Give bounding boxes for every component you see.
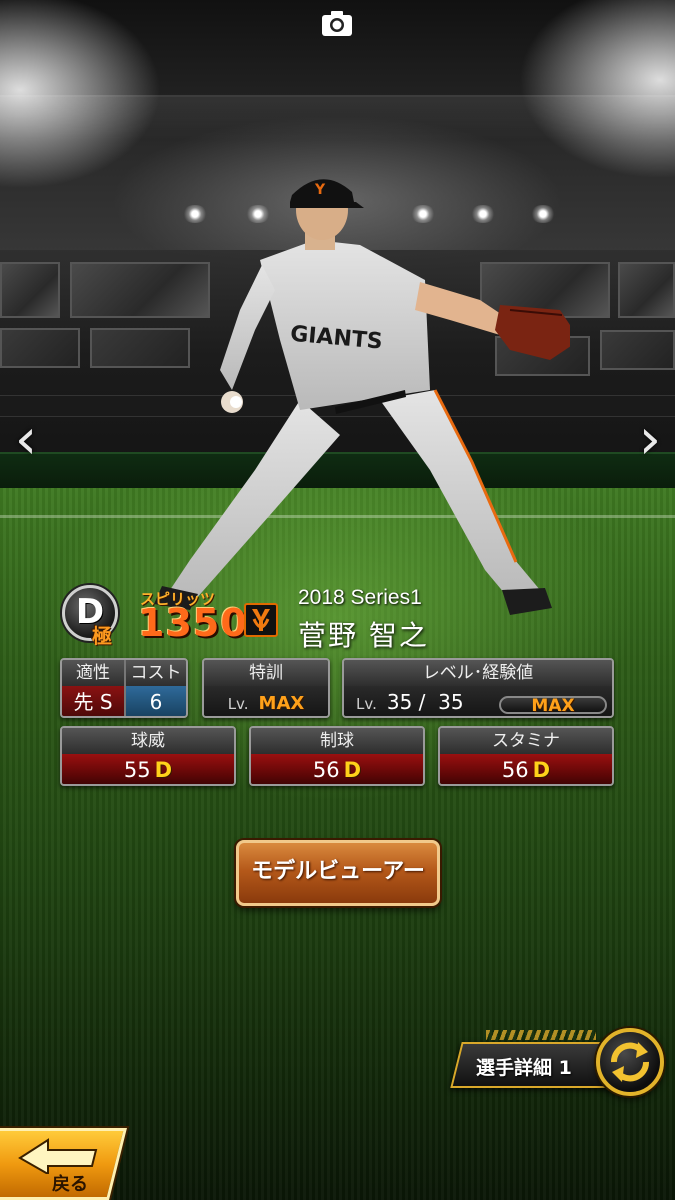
aptitude-cost-box: 適性 先 S コスト 6 <box>60 658 188 718</box>
chevron-right-icon[interactable]: › <box>630 412 670 468</box>
ability-value: 56 <box>501 758 529 782</box>
ability-label: スタミナ <box>440 728 612 754</box>
ability-grade: D <box>532 758 551 782</box>
exp-max-label: MAX <box>531 696 575 716</box>
svg-text:Y: Y <box>314 182 326 198</box>
aptitude-value: 先 S <box>62 686 124 716</box>
level-lv-label: Lv. <box>356 695 377 713</box>
level-label: レベル･経験値 <box>344 660 612 686</box>
ability-grade: D <box>343 758 362 782</box>
tab-decoration <box>486 1030 596 1040</box>
ability-label: 制球 <box>251 728 423 754</box>
ability-value: 55 <box>123 758 151 782</box>
level-box: レベル･経験値 Lv. 35 / 35 MAX <box>342 658 614 718</box>
ability-control: 制球 56 D <box>249 726 425 786</box>
ability-grade: D <box>154 758 173 782</box>
back-button[interactable]: 戻る <box>0 1128 127 1200</box>
exp-bar: MAX <box>499 696 607 716</box>
team-logo <box>244 603 278 637</box>
aptitude-label: 適性 <box>62 660 124 686</box>
scoreboard <box>600 330 675 370</box>
scoreboard <box>0 328 80 368</box>
ability-value: 56 <box>312 758 340 782</box>
spirits-value: 1350 <box>138 601 248 645</box>
cost-value: 6 <box>126 686 186 716</box>
camera-icon[interactable] <box>320 8 354 38</box>
player-detail-label: 選手詳細 1 <box>476 1057 572 1079</box>
series-label: 2018 Series1 <box>298 586 422 609</box>
ability-label: 球威 <box>62 728 234 754</box>
training-lv-label: Lv. <box>227 695 249 713</box>
cost-label: コスト <box>126 660 186 686</box>
ability-stamina: スタミナ 56 D <box>438 726 614 786</box>
chevron-left-icon[interactable]: ‹ <box>6 412 46 468</box>
training-value: MAX <box>258 693 305 714</box>
scoreboard <box>618 262 675 318</box>
back-arrow-icon <box>18 1138 98 1174</box>
training-label: 特訓 <box>204 660 328 686</box>
stadium-roof <box>0 95 675 140</box>
back-label: 戻る <box>52 1174 88 1195</box>
rank-sub-badge: 極 <box>92 624 112 648</box>
scoreboard-left <box>0 262 60 318</box>
training-box: 特訓 Lv. MAX <box>202 658 330 718</box>
ability-power: 球威 55 D <box>60 726 236 786</box>
model-viewer-button[interactable]: モデルビューアー <box>236 840 440 906</box>
level-value: 35 / 35 <box>386 690 464 714</box>
player-model: GIANTS Y <box>154 179 570 615</box>
swap-icon[interactable] <box>596 1028 664 1096</box>
player-name: 菅野 智之 <box>298 619 429 652</box>
